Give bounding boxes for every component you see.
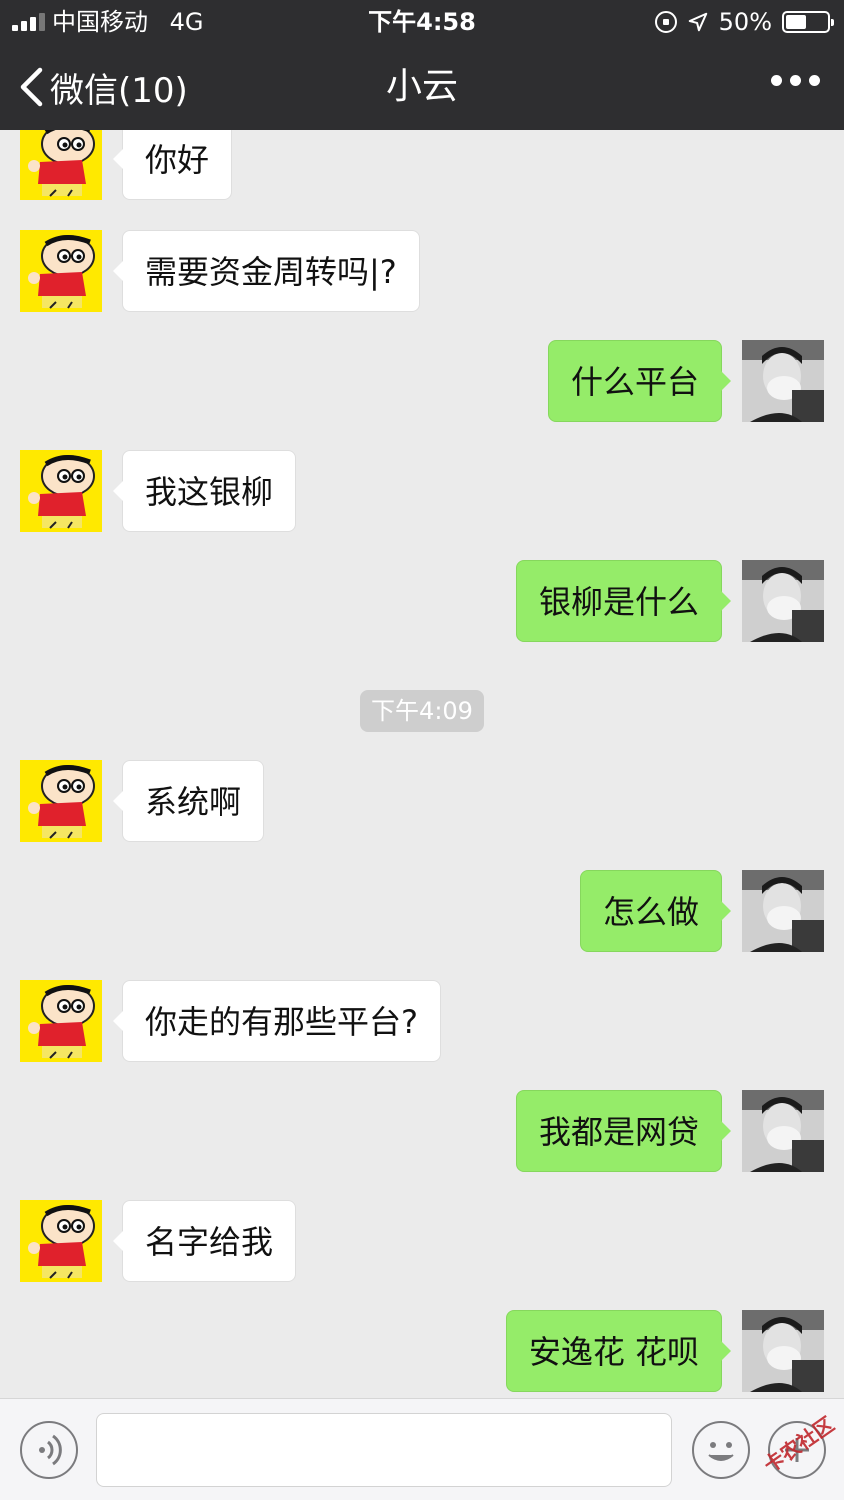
message-row: 怎么做 — [0, 870, 844, 952]
contact-avatar[interactable] — [20, 760, 102, 842]
incoming-message-bubble[interactable]: 我这银柳 — [112, 450, 297, 532]
outgoing-message-bubble[interactable]: 银柳是什么 — [515, 560, 732, 642]
message-row: 我这银柳 — [0, 450, 844, 532]
contact-avatar[interactable] — [20, 450, 102, 532]
message-row: 银柳是什么 — [0, 560, 844, 642]
contact-avatar[interactable] — [20, 1200, 102, 1282]
message-list[interactable]: 下午4:09 你好需要资金周转吗|? 什么平台我这银柳银柳是什么系统啊怎么做你走的… — [0, 130, 844, 1398]
contact-avatar[interactable] — [20, 130, 102, 200]
outgoing-message-bubble[interactable]: 安逸花 花呗 — [505, 1310, 732, 1392]
voice-icon — [39, 1434, 62, 1466]
incoming-message-bubble[interactable]: 你走的有那些平台? — [113, 980, 441, 1062]
header: 中国移动 4G 下午4:58 50% 微信(10) 小云 — [0, 0, 844, 130]
my-avatar[interactable] — [742, 560, 824, 642]
outgoing-message-bubble[interactable]: 什么平台 — [547, 340, 732, 422]
input-bar: 卡农社区 — [0, 1398, 844, 1500]
emoji-icon — [708, 1442, 734, 1461]
message-row: 什么平台 — [0, 340, 844, 422]
message-row: 系统啊 — [0, 760, 844, 842]
emoji-button[interactable] — [692, 1421, 750, 1479]
outgoing-message-bubble[interactable]: 怎么做 — [579, 870, 732, 952]
my-avatar[interactable] — [742, 1310, 824, 1392]
message-row: 安逸花 花呗 — [0, 1310, 844, 1392]
contact-avatar[interactable] — [20, 230, 102, 312]
location-arrow-icon — [688, 12, 707, 32]
time-divider: 下午4:09 — [360, 690, 484, 732]
chat-title: 小云 — [385, 66, 458, 107]
outgoing-message-bubble[interactable]: 我都是网贷 — [515, 1090, 732, 1172]
contact-avatar[interactable] — [20, 980, 102, 1062]
incoming-message-bubble[interactable]: 需要资金周转吗|? — [113, 230, 420, 312]
message-row: 我都是网贷 — [0, 1090, 844, 1172]
more-icon[interactable] — [771, 75, 820, 86]
battery-percent: 50% — [718, 8, 772, 36]
message-row: 名字给我 — [0, 1200, 844, 1282]
status-bar: 中国移动 4G 下午4:58 50% — [0, 0, 844, 44]
my-avatar[interactable] — [742, 870, 824, 952]
message-row: 你好 — [0, 130, 844, 200]
message-row: 需要资金周转吗|? — [0, 230, 844, 312]
message-row: 你走的有那些平台? — [0, 980, 844, 1062]
status-right: 50% — [654, 0, 834, 44]
incoming-message-bubble[interactable]: 名字给我 — [112, 1200, 297, 1282]
message-input[interactable] — [96, 1413, 672, 1487]
incoming-message-bubble[interactable]: 你好 — [112, 130, 233, 200]
my-avatar[interactable] — [742, 1090, 824, 1172]
battery-fill — [786, 15, 806, 29]
my-avatar[interactable] — [742, 340, 824, 422]
nav-bar: 微信(10) 小云 — [0, 44, 844, 130]
incoming-message-bubble[interactable]: 系统啊 — [112, 760, 265, 842]
rotation-lock-icon — [654, 11, 677, 33]
voice-button[interactable] — [20, 1421, 78, 1479]
battery-icon — [782, 11, 834, 33]
